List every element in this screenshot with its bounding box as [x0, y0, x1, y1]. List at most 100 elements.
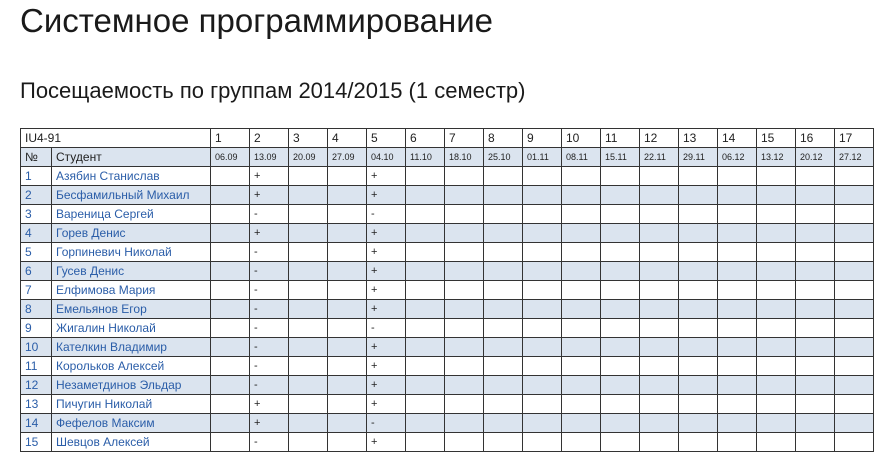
attendance-mark: [483, 356, 523, 376]
attendance-mark: [678, 166, 718, 186]
attendance-mark: [288, 223, 328, 243]
attendance-mark: [444, 299, 484, 319]
attendance-mark: [795, 166, 835, 186]
attendance-mark: [600, 375, 640, 395]
student-name-link[interactable]: Корольков Алексей: [51, 356, 211, 376]
attendance-mark: [561, 375, 601, 395]
lesson-number: 8: [483, 128, 523, 148]
attendance-mark: -: [249, 318, 289, 338]
lesson-number: 14: [717, 128, 757, 148]
attendance-mark: [522, 432, 562, 452]
attendance-mark: +: [366, 356, 406, 376]
attendance-mark: [756, 242, 796, 262]
attendance-mark: [600, 204, 640, 224]
attendance-mark: -: [249, 242, 289, 262]
attendance-mark: [210, 261, 250, 281]
lesson-number: 5: [366, 128, 406, 148]
attendance-mark: -: [249, 280, 289, 300]
attendance-mark: [444, 413, 484, 433]
attendance-mark: [795, 318, 835, 338]
attendance-table: IU4-91 1 2 3 4 5 6 7 8 9 10 11 12 13 14 15 16 17 № Студе…: [20, 128, 874, 452]
lesson-number: 4: [327, 128, 367, 148]
student-name-link[interactable]: Кателкин Владимир: [51, 337, 211, 357]
student-name-link[interactable]: Незаметдинов Эльдар: [51, 375, 211, 395]
attendance-mark: [288, 299, 328, 319]
attendance-mark: [327, 242, 367, 262]
attendance-mark: [483, 337, 523, 357]
attendance-mark: [483, 413, 523, 433]
num-header: №: [20, 147, 52, 167]
attendance-mark: [210, 318, 250, 338]
attendance-mark: [444, 166, 484, 186]
student-name-link[interactable]: Емельянов Егор: [51, 299, 211, 319]
attendance-mark: -: [249, 337, 289, 357]
student-name-link[interactable]: Жигалин Николай: [51, 318, 211, 338]
attendance-mark: [678, 299, 718, 319]
attendance-mark: [795, 337, 835, 357]
attendance-mark: [288, 242, 328, 262]
attendance-mark: [405, 413, 445, 433]
student-name-link[interactable]: Шевцов Алексей: [51, 432, 211, 452]
student-number: 4: [20, 223, 52, 243]
attendance-mark: [795, 242, 835, 262]
attendance-mark: [522, 185, 562, 205]
attendance-mark: [834, 280, 874, 300]
student-name-link[interactable]: Фефелов Максим: [51, 413, 211, 433]
attendance-mark: [561, 337, 601, 357]
attendance-mark: [444, 185, 484, 205]
attendance-mark: [600, 242, 640, 262]
attendance-mark: [639, 166, 679, 186]
attendance-mark: [327, 261, 367, 281]
student-name-link[interactable]: Вареница Сергей: [51, 204, 211, 224]
attendance-mark: [639, 223, 679, 243]
attendance-mark: [444, 375, 484, 395]
attendance-mark: [405, 337, 445, 357]
attendance-mark: [288, 375, 328, 395]
attendance-mark: [717, 204, 757, 224]
student-name-link[interactable]: Бесфамильный Михаил: [51, 185, 211, 205]
attendance-mark: [678, 337, 718, 357]
student-name-link[interactable]: Горпиневич Николай: [51, 242, 211, 262]
attendance-mark: [756, 261, 796, 281]
student-row: 2 Бесфамильный Михаил + +: [20, 185, 874, 205]
attendance-mark: [678, 204, 718, 224]
attendance-mark: [405, 375, 445, 395]
attendance-mark: +: [366, 185, 406, 205]
student-number: 9: [20, 318, 52, 338]
attendance-mark: [405, 166, 445, 186]
attendance-mark: [717, 375, 757, 395]
student-name-link[interactable]: Гусев Денис: [51, 261, 211, 281]
attendance-mark: +: [366, 337, 406, 357]
attendance-mark: [600, 356, 640, 376]
student-row: 9 Жигалин Николай - -: [20, 318, 874, 338]
attendance-mark: [600, 432, 640, 452]
student-name-link[interactable]: Елфимова Мария: [51, 280, 211, 300]
page-title: Системное программирование: [20, 2, 494, 39]
lesson-date: 01.11: [522, 147, 562, 167]
student-row: 10 Кателкин Владимир - +: [20, 337, 874, 357]
attendance-mark: [717, 261, 757, 281]
attendance-mark: [600, 261, 640, 281]
attendance-mark: [639, 318, 679, 338]
attendance-mark: [483, 223, 523, 243]
attendance-mark: [756, 337, 796, 357]
student-name-link[interactable]: Азябин Станислав: [51, 166, 211, 186]
attendance-mark: [210, 413, 250, 433]
student-name-link[interactable]: Пичугин Николай: [51, 394, 211, 414]
attendance-mark: [522, 280, 562, 300]
lesson-date: 06.12: [717, 147, 757, 167]
attendance-mark: [561, 204, 601, 224]
attendance-mark: [327, 280, 367, 300]
attendance-mark: [834, 318, 874, 338]
attendance-mark: [834, 261, 874, 281]
attendance-mark: [327, 413, 367, 433]
attendance-mark: +: [366, 223, 406, 243]
attendance-mark: [834, 223, 874, 243]
attendance-mark: [561, 185, 601, 205]
attendance-mark: [678, 318, 718, 338]
student-name-link[interactable]: Горев Денис: [51, 223, 211, 243]
attendance-mark: [639, 299, 679, 319]
attendance-mark: [405, 204, 445, 224]
attendance-mark: [795, 356, 835, 376]
attendance-mark: -: [366, 413, 406, 433]
